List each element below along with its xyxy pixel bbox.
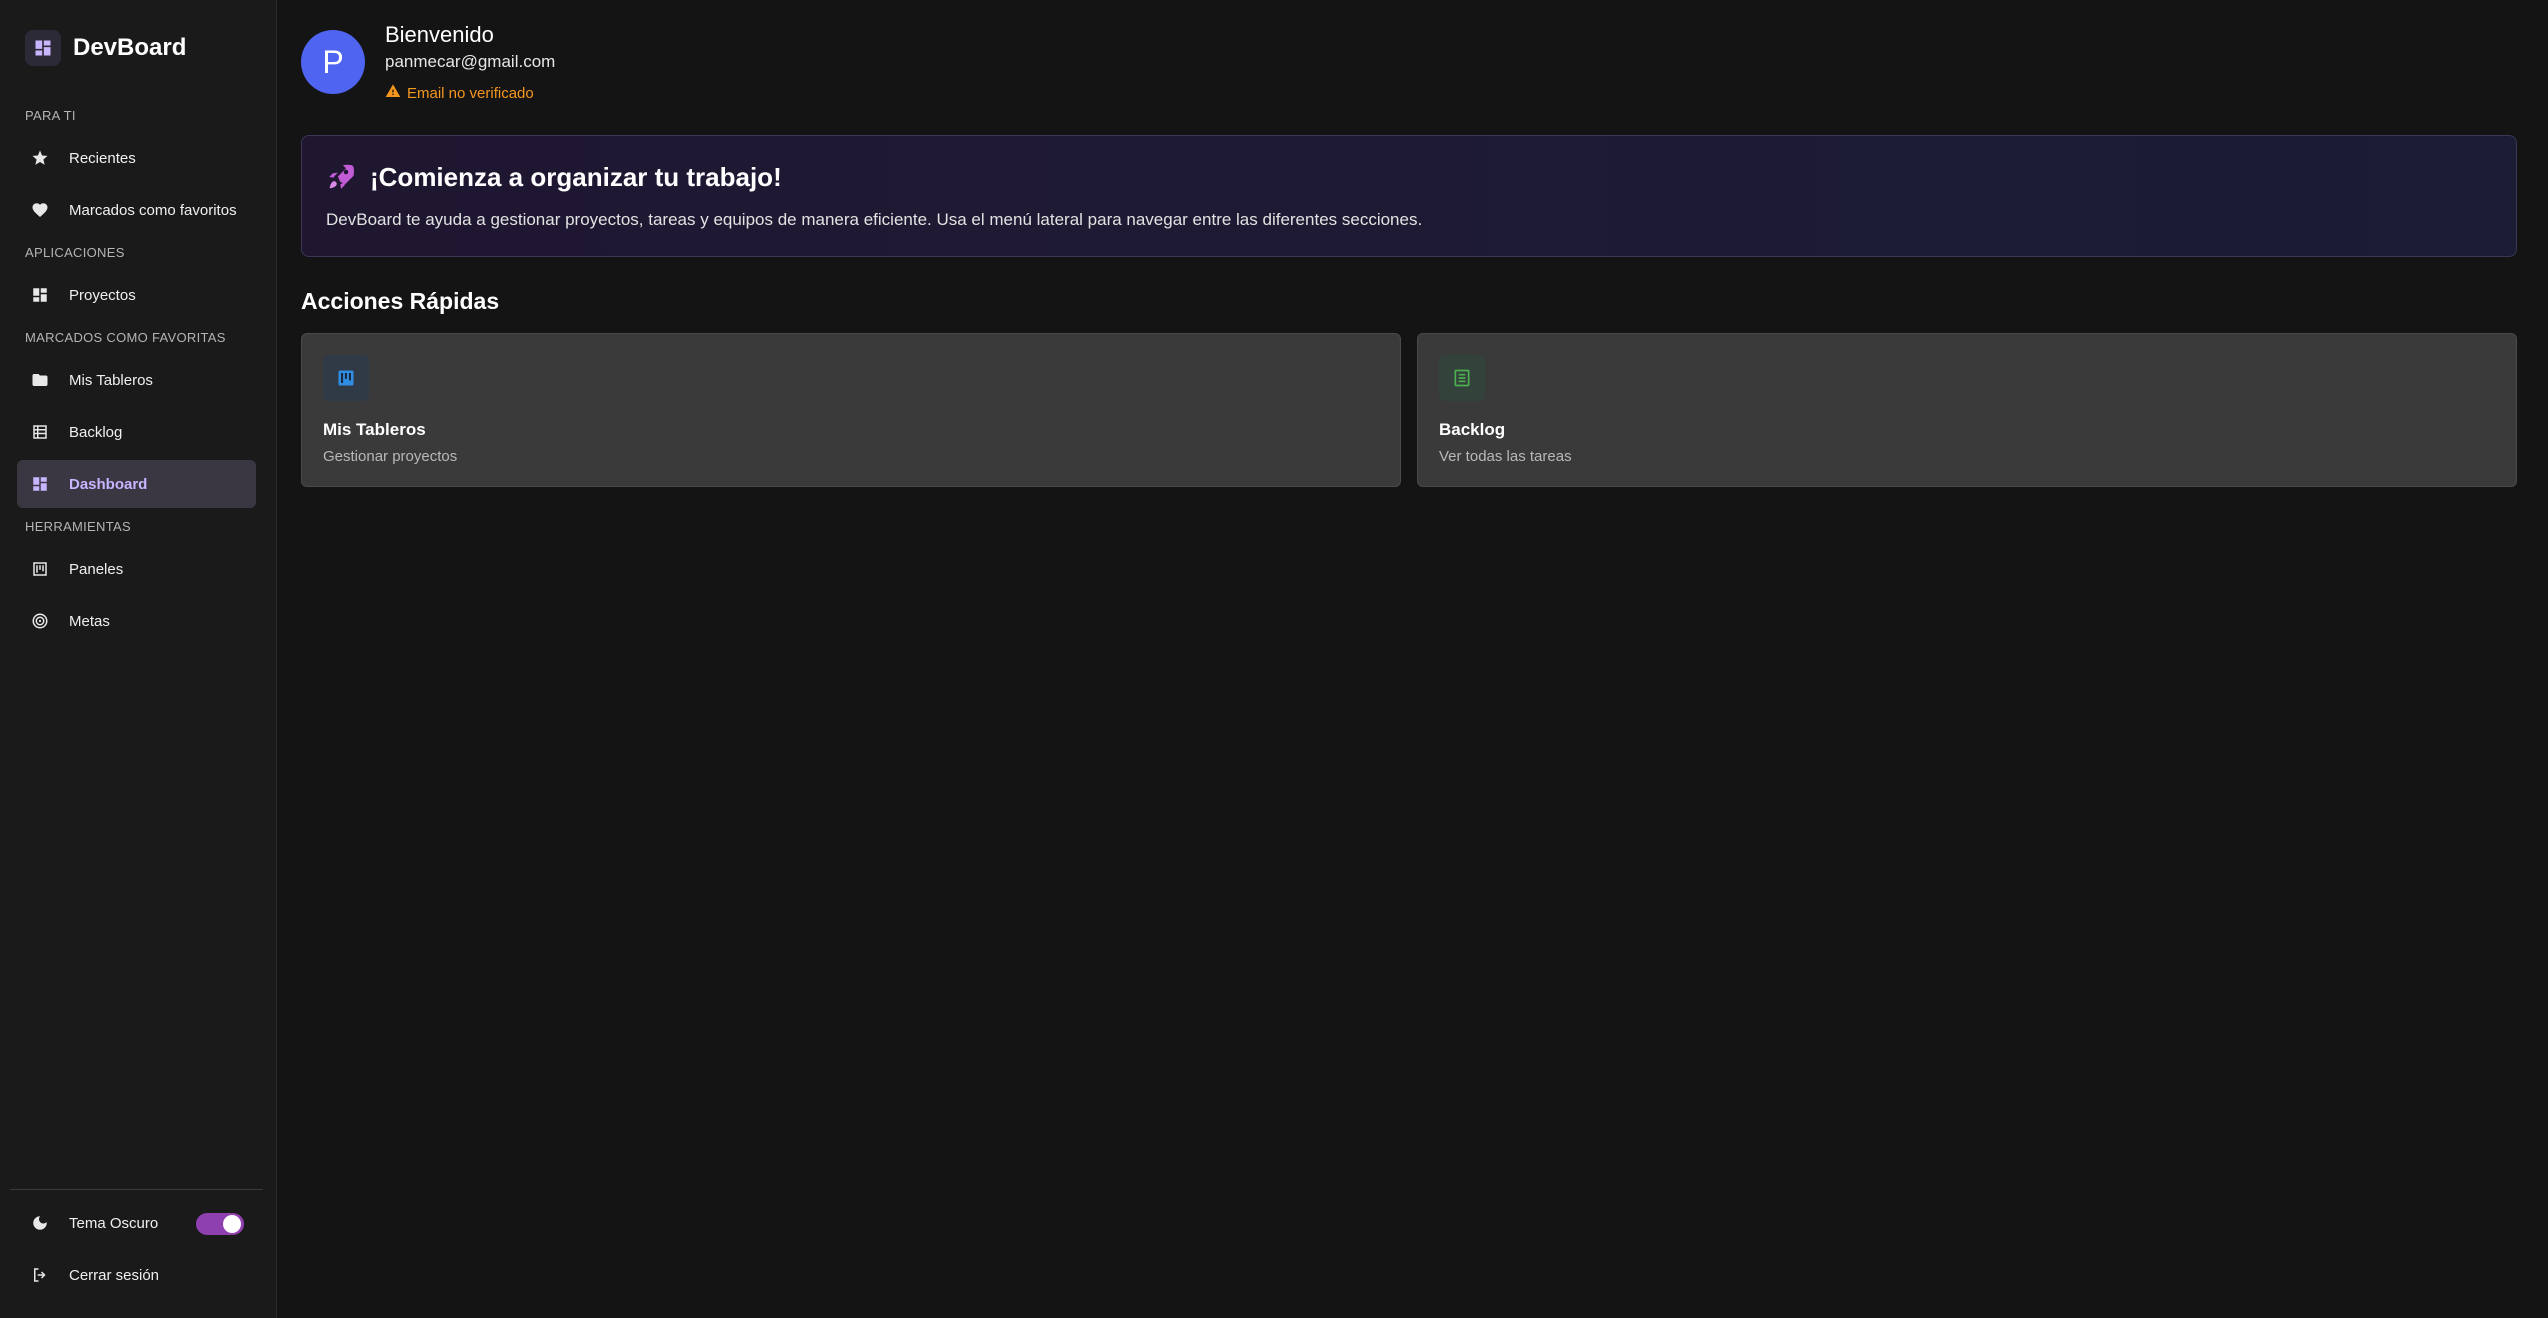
brand[interactable]: DevBoard	[25, 30, 186, 66]
card-title: Backlog	[1439, 420, 1506, 439]
toggle-knob	[223, 1215, 241, 1233]
sidebar-item-label: Backlog	[69, 423, 123, 441]
sidebar-item-proyectos[interactable]: Proyectos	[17, 271, 256, 319]
star-icon	[30, 148, 50, 168]
welcome-banner: ¡Comienza a organizar tu trabajo! DevBoa…	[301, 135, 2517, 257]
sidebar: DevBoard PARA TI Recientes Marcados como…	[0, 0, 277, 1318]
section-label-herramientas: HERRAMIENTAS	[25, 519, 131, 534]
warning-icon	[385, 83, 401, 103]
welcome-title: Bienvenido	[385, 22, 494, 47]
sidebar-item-mis-tableros[interactable]: Mis Tableros	[17, 356, 256, 404]
quick-actions-title: Acciones Rápidas	[301, 288, 500, 314]
target-icon	[30, 611, 50, 631]
warning-text: Email no verificado	[407, 84, 534, 102]
sidebar-item-label: Recientes	[69, 149, 136, 167]
sidebar-item-label: Tema Oscuro	[69, 1214, 159, 1232]
logout-icon	[30, 1265, 50, 1285]
brand-name: DevBoard	[73, 34, 187, 61]
dark-theme-toggle[interactable]	[196, 1213, 244, 1235]
board-icon	[30, 559, 50, 579]
sidebar-item-label: Proyectos	[69, 286, 136, 304]
card-subtitle: Gestionar proyectos	[323, 448, 458, 465]
banner-title: ¡Comienza a organizar tu trabajo!	[370, 162, 782, 192]
card-subtitle: Ver todas las tareas	[1439, 448, 1572, 465]
folder-icon	[30, 370, 50, 390]
sidebar-item-label: Dashboard	[69, 475, 148, 493]
sidebar-item-backlog[interactable]: Backlog	[17, 408, 256, 456]
banner-text: DevBoard te ayuda a gestionar proyectos,…	[326, 210, 1423, 229]
list-icon	[30, 422, 50, 442]
sidebar-item-dashboard[interactable]: Dashboard	[17, 460, 256, 508]
section-label-favoritas: MARCADOS COMO FAVORITAS	[25, 330, 226, 345]
board-icon	[323, 355, 369, 401]
sidebar-item-paneles[interactable]: Paneles	[17, 545, 256, 593]
sidebar-item-recientes[interactable]: Recientes	[17, 134, 256, 182]
sidebar-item-metas[interactable]: Metas	[17, 597, 256, 645]
dashboard-icon	[30, 285, 50, 305]
sidebar-item-label: Cerrar sesión	[69, 1266, 160, 1284]
quick-action-mis-tableros[interactable]: Mis Tableros Gestionar proyectos	[301, 333, 1401, 487]
sidebar-divider	[10, 1189, 263, 1190]
heart-icon	[30, 200, 50, 220]
dashboard-icon	[25, 30, 61, 66]
user-email: panmecar@gmail.com	[385, 52, 556, 71]
section-label-para-ti: PARA TI	[25, 108, 76, 123]
section-label-aplicaciones: APLICACIONES	[25, 245, 125, 260]
rocket-icon	[326, 162, 356, 192]
sidebar-item-label: Metas	[69, 612, 110, 630]
moon-icon	[30, 1213, 50, 1233]
sidebar-item-label: Mis Tableros	[69, 371, 153, 389]
dashboard-icon	[30, 474, 50, 494]
sidebar-item-cerrar-sesion[interactable]: Cerrar sesión	[17, 1251, 256, 1299]
list-icon	[1439, 355, 1485, 401]
sidebar-item-label: Marcados como favoritos	[69, 201, 237, 219]
sidebar-item-label: Paneles	[69, 560, 124, 578]
email-unverified-warning: Email no verificado	[385, 83, 534, 103]
avatar[interactable]: P	[301, 30, 365, 94]
card-title: Mis Tableros	[323, 420, 426, 439]
sidebar-item-favoritos[interactable]: Marcados como favoritos	[17, 186, 256, 234]
quick-action-backlog[interactable]: Backlog Ver todas las tareas	[1417, 333, 2517, 487]
